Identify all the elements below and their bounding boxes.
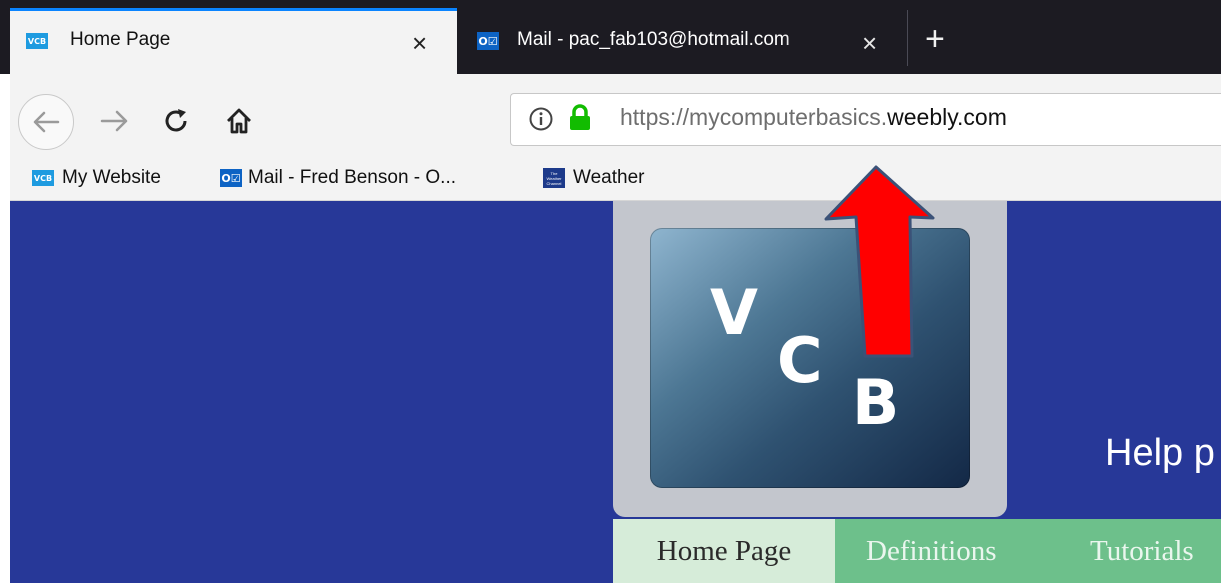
logo-letter-b: B: [852, 366, 900, 439]
site-tagline: Help p: [1105, 432, 1215, 474]
back-arrow-icon: [33, 111, 60, 133]
url-text[interactable]: https://mycomputerbasics.weebly.com: [620, 104, 1007, 131]
new-tab-icon[interactable]: +: [925, 22, 945, 56]
home-icon: [227, 108, 251, 134]
reload-icon: [165, 109, 187, 132]
nav-home-page[interactable]: Home Page: [613, 519, 835, 583]
vcb-favicon-icon: VCB: [26, 33, 48, 49]
logo-letter-v: V: [710, 276, 758, 349]
weather-channel-favicon-icon: The Weather Channel: [543, 168, 565, 188]
bookmark-weather[interactable]: The Weather Channel Weather: [543, 165, 644, 191]
reload-button[interactable]: [162, 106, 192, 141]
close-tab-icon[interactable]: ×: [862, 30, 877, 56]
tab-separator: [907, 10, 908, 66]
red-arrow-annotation: [824, 165, 935, 358]
close-tab-icon[interactable]: ×: [412, 30, 427, 56]
lock-icon: [567, 104, 593, 137]
outlook-favicon-icon: O☑: [220, 169, 242, 187]
nav-definitions[interactable]: Definitions: [866, 519, 997, 583]
bookmark-label: My Website: [62, 167, 161, 188]
bookmark-my-website[interactable]: VCB My Website: [32, 165, 161, 191]
logo-letter-c: C: [777, 324, 823, 397]
forward-arrow-icon: [100, 110, 128, 132]
tab-title: Mail - pac_fab103@hotmail.com: [517, 29, 790, 50]
bookmark-mail[interactable]: O☑ Mail - Fred Benson - O...: [220, 165, 456, 191]
home-button[interactable]: [224, 106, 254, 141]
vcb-favicon-icon: VCB: [32, 170, 54, 186]
tab-title: Home Page: [70, 29, 171, 50]
forward-button[interactable]: [100, 108, 130, 139]
outlook-favicon-icon: O☑: [477, 32, 499, 50]
bookmark-label: Mail - Fred Benson - O...: [248, 167, 457, 188]
bookmark-label: Weather: [573, 167, 645, 188]
info-icon[interactable]: [528, 106, 554, 137]
nav-tutorials[interactable]: Tutorials: [1090, 519, 1194, 583]
back-button[interactable]: [18, 94, 74, 150]
